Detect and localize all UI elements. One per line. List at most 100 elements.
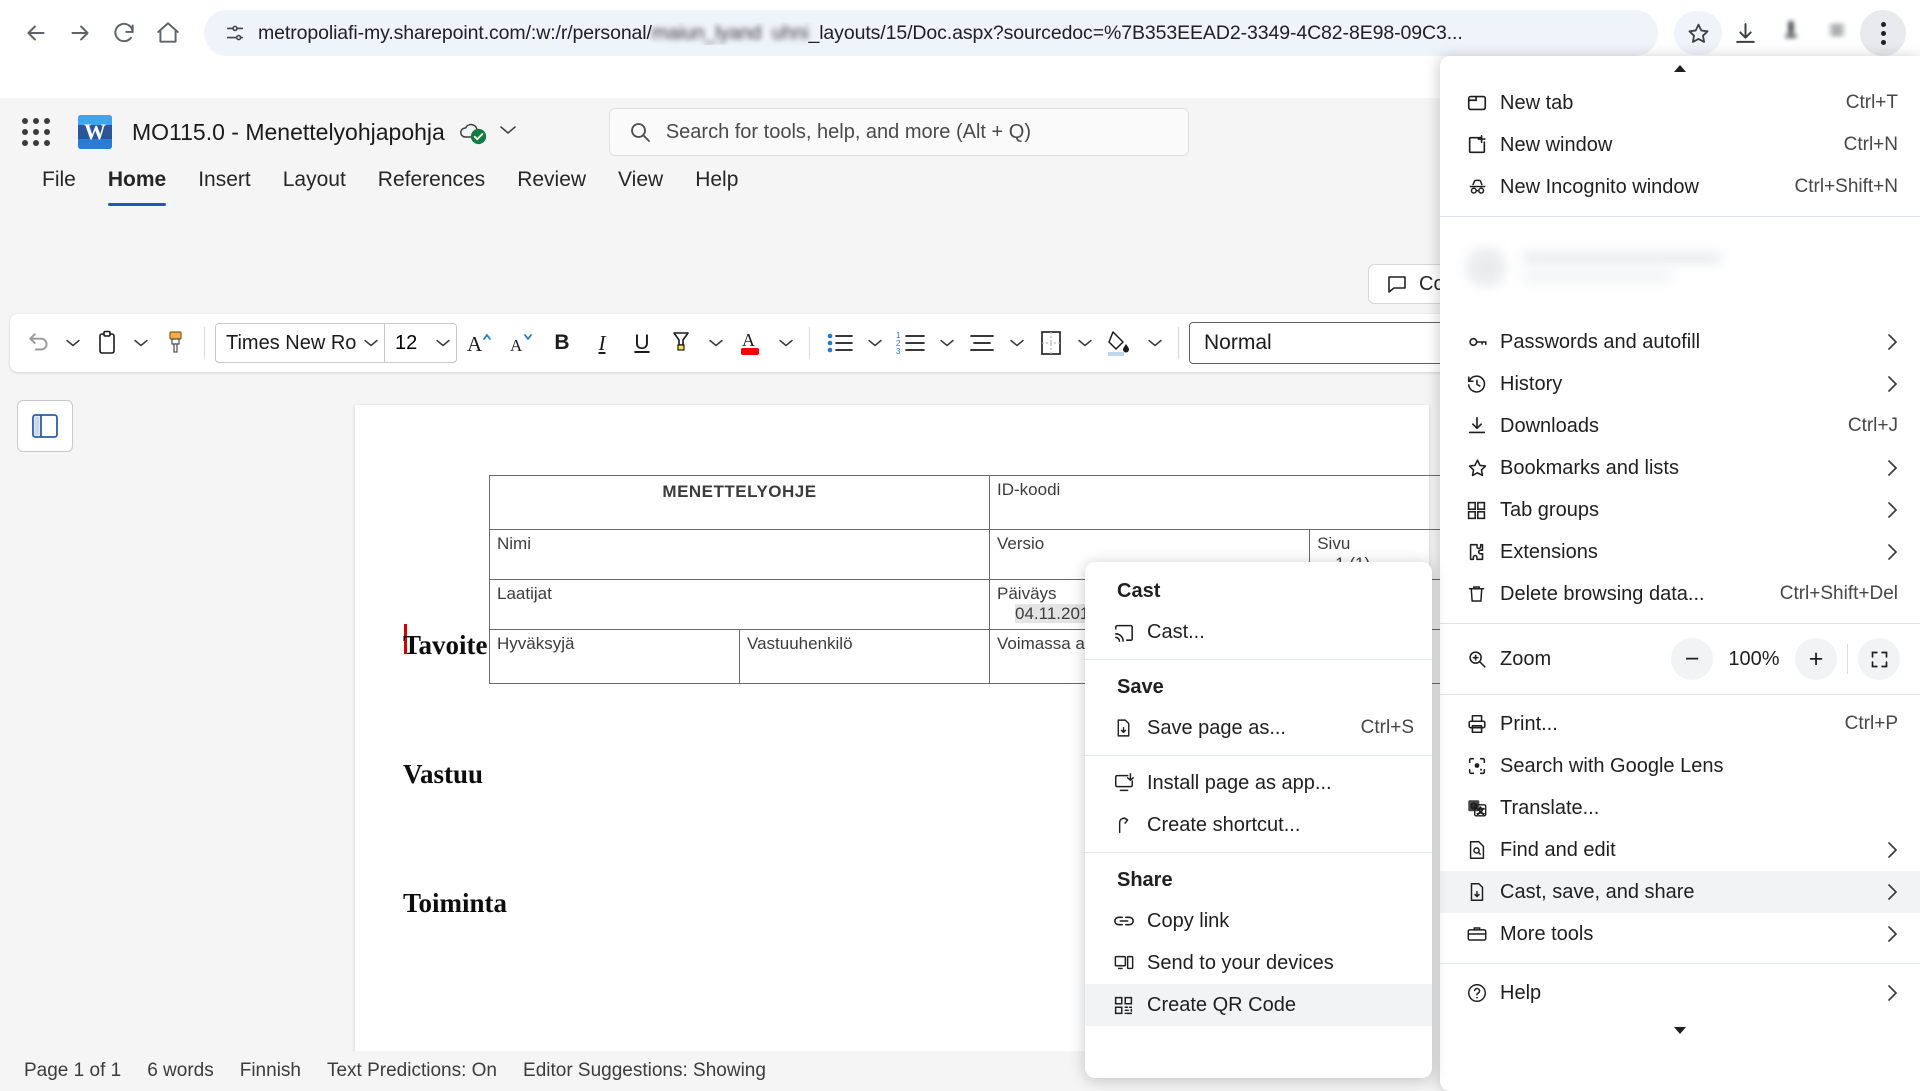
word-search-input[interactable]: Search for tools, help, and more (Alt + … bbox=[608, 108, 1189, 156]
menu-item-bookmarks-and-lists[interactable]: Bookmarks and lists bbox=[1440, 447, 1920, 489]
submenu-item-create-qr-code[interactable]: Create QR Code bbox=[1085, 984, 1432, 1026]
menu-accel: Ctrl+J bbox=[1847, 415, 1898, 436]
grow-font-icon[interactable]: A bbox=[459, 322, 499, 364]
underline-button[interactable]: U bbox=[623, 322, 661, 364]
link-icon bbox=[1113, 912, 1147, 930]
paste-dropdown-icon[interactable] bbox=[128, 338, 154, 348]
submenu-item-copy-link[interactable]: Copy link bbox=[1085, 900, 1432, 942]
submenu-label: Create shortcut... bbox=[1147, 813, 1301, 836]
menu-scroll-up-icon[interactable] bbox=[1440, 56, 1920, 82]
menu-item-tab-groups[interactable]: Tab groups bbox=[1440, 489, 1920, 531]
back-button[interactable] bbox=[14, 11, 58, 55]
menu-item-translate[interactable]: G文 Translate... bbox=[1440, 787, 1920, 829]
status-language[interactable]: Finnish bbox=[240, 1060, 301, 1082]
site-settings-icon[interactable] bbox=[220, 18, 250, 48]
status-editor-suggestions[interactable]: Editor Suggestions: Showing bbox=[523, 1060, 766, 1082]
numbered-list-icon[interactable]: 123 bbox=[890, 322, 932, 364]
submenu-heading-save: Save bbox=[1117, 676, 1164, 698]
menu-scroll-down-icon[interactable] bbox=[1440, 1014, 1920, 1046]
italic-button[interactable]: I bbox=[583, 322, 621, 364]
font-color-icon[interactable]: A bbox=[731, 322, 771, 364]
format-painter-icon[interactable] bbox=[156, 322, 194, 364]
menu-item-extensions[interactable]: Extensions bbox=[1440, 531, 1920, 573]
font-family-dropdown-icon[interactable] bbox=[358, 338, 384, 348]
home-button[interactable] bbox=[146, 11, 190, 55]
submenu-item-cast[interactable]: Cast... bbox=[1085, 611, 1432, 653]
submenu-item-save-page-as[interactable]: Save page as... Ctrl+S bbox=[1085, 707, 1432, 749]
svg-text:A: A bbox=[467, 332, 483, 356]
menu-item-new-tab[interactable]: New tab Ctrl+T bbox=[1440, 82, 1920, 124]
menu-item-help[interactable]: Help bbox=[1440, 972, 1920, 1014]
document-body[interactable]: Tavoite Vastuu Toiminta bbox=[403, 630, 1103, 919]
shading-icon[interactable] bbox=[1100, 322, 1140, 364]
app-launcher-icon[interactable] bbox=[16, 112, 56, 152]
align-icon[interactable] bbox=[962, 322, 1002, 364]
submenu-item-create-shortcut[interactable]: Create shortcut... bbox=[1085, 804, 1432, 846]
submenu-item-send-to-your-devices[interactable]: Send to your devices bbox=[1085, 942, 1432, 984]
tab-view[interactable]: View bbox=[602, 166, 679, 206]
borders-dropdown-icon[interactable] bbox=[1072, 338, 1098, 348]
font-color-dropdown-icon[interactable] bbox=[773, 338, 799, 348]
font-family-combo[interactable]: Times New Ro... 12 bbox=[215, 323, 457, 363]
download-icon[interactable] bbox=[1722, 10, 1768, 56]
menu-item-more-tools[interactable]: More tools bbox=[1440, 913, 1920, 955]
status-text-predictions[interactable]: Text Predictions: On bbox=[327, 1060, 497, 1082]
address-bar[interactable]: metropoliafi-my.sharepoint.com/:w:/r/per… bbox=[204, 10, 1658, 56]
tab-file[interactable]: File bbox=[26, 166, 92, 206]
kebab-icon[interactable] bbox=[1860, 10, 1906, 56]
menu-item-new-window[interactable]: New window Ctrl+N bbox=[1440, 124, 1920, 166]
document-title[interactable]: MO115.0 - Menettelyohjapohja bbox=[132, 119, 445, 146]
title-dropdown-icon[interactable] bbox=[499, 123, 517, 141]
extension-icon[interactable] bbox=[1768, 10, 1814, 56]
bold-button[interactable]: B bbox=[543, 322, 581, 364]
extension-secondary-icon[interactable] bbox=[1814, 10, 1860, 56]
numbering-dropdown-icon[interactable] bbox=[934, 338, 960, 348]
menu-item-passwords-and-autofill[interactable]: Passwords and autofill bbox=[1440, 321, 1920, 363]
shading-dropdown-icon[interactable] bbox=[1142, 338, 1168, 348]
url-text[interactable]: metropoliafi-my.sharepoint.com/:w:/r/per… bbox=[258, 22, 1463, 45]
forward-button[interactable] bbox=[58, 11, 102, 55]
menu-item-delete-browsing-data[interactable]: Delete browsing data... Ctrl+Shift+Del bbox=[1440, 573, 1920, 615]
align-dropdown-icon[interactable] bbox=[1004, 338, 1030, 348]
undo-dropdown-icon[interactable] bbox=[60, 338, 86, 348]
chrome-menu-button[interactable] bbox=[1860, 10, 1906, 56]
cloud-saved-icon[interactable] bbox=[457, 119, 487, 145]
menu-item-search-with-google-lens[interactable]: Search with Google Lens bbox=[1440, 745, 1920, 787]
tab-home[interactable]: Home bbox=[92, 166, 182, 206]
font-size-dropdown-icon[interactable] bbox=[430, 338, 456, 348]
print-icon bbox=[1466, 713, 1500, 735]
highlight-dropdown-icon[interactable] bbox=[703, 338, 729, 348]
borders-icon[interactable] bbox=[1032, 322, 1070, 364]
tab-insert[interactable]: Insert bbox=[182, 166, 267, 206]
tab-review[interactable]: Review bbox=[501, 166, 602, 206]
status-words[interactable]: 6 words bbox=[147, 1060, 214, 1082]
cast-save-share-submenu[interactable]: Cast Cast... Save Save page as... Ctrl+S… bbox=[1085, 562, 1432, 1078]
zoom-row[interactable]: Zoom − 100% + bbox=[1440, 632, 1920, 686]
tab-layout[interactable]: Layout bbox=[267, 166, 362, 206]
tab-references[interactable]: References bbox=[362, 166, 501, 206]
submenu-heading-cast: Cast bbox=[1117, 580, 1161, 602]
bookmark-star-icon[interactable] bbox=[1674, 11, 1722, 55]
zoom-in-button[interactable]: + bbox=[1795, 638, 1837, 680]
highlighter-icon[interactable] bbox=[663, 322, 701, 364]
undo-icon[interactable] bbox=[20, 322, 58, 364]
profile-row[interactable] bbox=[1440, 225, 1920, 321]
paste-icon[interactable] bbox=[88, 322, 126, 364]
menu-item-downloads[interactable]: Downloads Ctrl+J bbox=[1440, 405, 1920, 447]
font-size-value[interactable]: 12 bbox=[384, 323, 430, 363]
tab-help[interactable]: Help bbox=[679, 166, 754, 206]
menu-item-history[interactable]: History bbox=[1440, 363, 1920, 405]
navigation-pane-icon[interactable] bbox=[17, 400, 73, 452]
menu-item-cast-save-and-share[interactable]: Cast, save, and share bbox=[1440, 871, 1920, 913]
menu-item-print[interactable]: Print... Ctrl+P bbox=[1440, 703, 1920, 745]
submenu-item-install-page-as-app[interactable]: Install page as app... bbox=[1085, 762, 1432, 804]
menu-item-new-incognito-window[interactable]: New Incognito window Ctrl+Shift+N bbox=[1440, 166, 1920, 208]
menu-item-find-and-edit[interactable]: Find and edit bbox=[1440, 829, 1920, 871]
chrome-main-menu[interactable]: New tab Ctrl+T New window Ctrl+N New Inc… bbox=[1440, 56, 1920, 1091]
bullet-list-icon[interactable] bbox=[820, 322, 860, 364]
reload-button[interactable] bbox=[102, 11, 146, 55]
fullscreen-icon[interactable] bbox=[1858, 638, 1900, 680]
bullets-dropdown-icon[interactable] bbox=[862, 338, 888, 348]
zoom-out-button[interactable]: − bbox=[1671, 638, 1713, 680]
shrink-font-icon[interactable]: A bbox=[501, 322, 541, 364]
